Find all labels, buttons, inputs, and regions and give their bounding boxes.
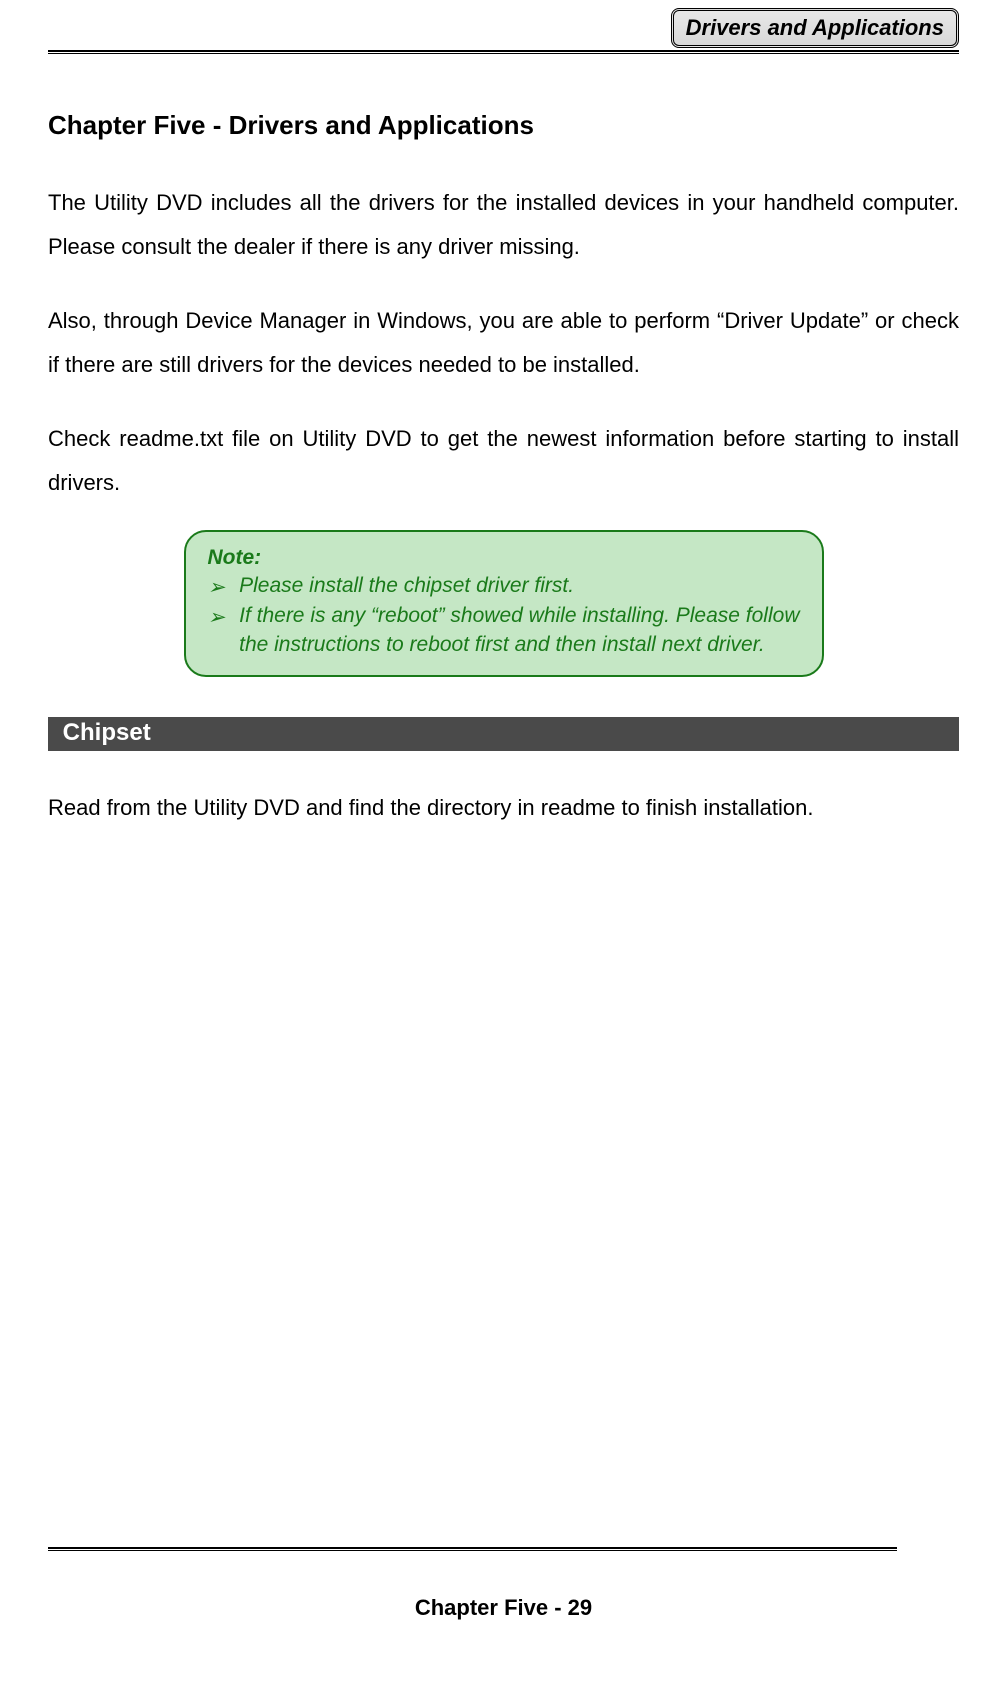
intro-paragraph-2: Also, through Device Manager in Windows,…	[48, 299, 959, 387]
note-item-2: ➢ If there is any “reboot” showed while …	[208, 602, 800, 659]
note-item-text: If there is any “reboot” showed while in…	[239, 602, 799, 659]
note-label: Note:	[208, 546, 800, 570]
intro-paragraph-1: The Utility DVD includes all the drivers…	[48, 181, 959, 269]
arrow-icon: ➢	[208, 574, 226, 602]
section-heading-chipset: Chipset	[48, 717, 959, 751]
note-list: ➢ Please install the chipset driver firs…	[208, 572, 800, 659]
note-item-text: Please install the chipset driver first.	[239, 572, 799, 600]
note-item-1: ➢ Please install the chipset driver firs…	[208, 572, 800, 602]
header-badge: Drivers and Applications	[671, 8, 959, 48]
intro-paragraph-3: Check readme.txt file on Utility DVD to …	[48, 417, 959, 505]
page-footer: Chapter Five - 29	[0, 1595, 1007, 1621]
page-header: Drivers and Applications	[48, 0, 959, 80]
page-content: Chapter Five - Drivers and Applications …	[0, 80, 1007, 830]
section-heading-text: Chipset	[63, 719, 151, 746]
chipset-paragraph: Read from the Utility DVD and find the d…	[48, 786, 959, 830]
footer-rule	[48, 1547, 897, 1551]
chapter-title: Chapter Five - Drivers and Applications	[48, 110, 959, 141]
note-box: Note: ➢ Please install the chipset drive…	[184, 530, 824, 677]
arrow-icon: ➢	[208, 604, 226, 632]
header-rule	[48, 50, 959, 54]
